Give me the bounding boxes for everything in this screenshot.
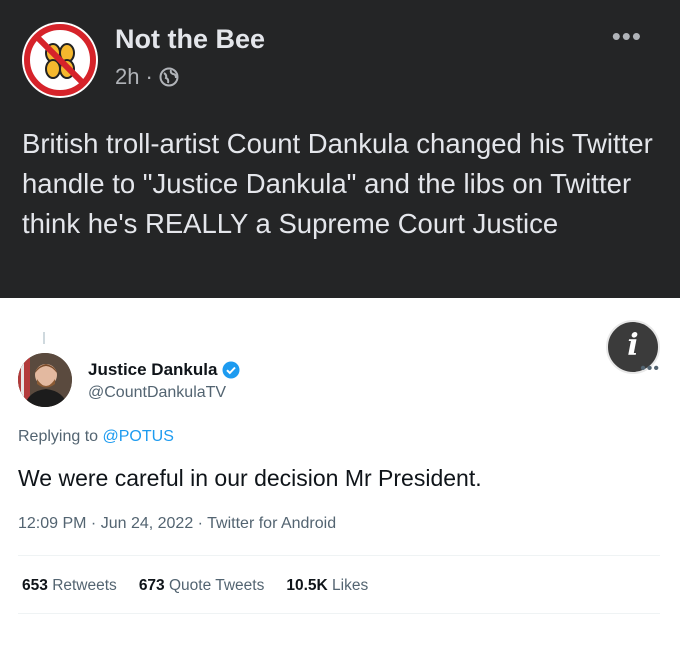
likes-label: Likes <box>332 577 369 594</box>
tweet-text: We were careful in our decision Mr Presi… <box>18 465 482 491</box>
likes-count: 10.5K <box>286 577 328 594</box>
replying-to-mention[interactable]: @POTUS <box>103 428 174 445</box>
replying-to-label: Replying to <box>18 428 99 445</box>
display-name[interactable]: Justice Dankula <box>88 360 240 380</box>
divider <box>18 613 660 614</box>
user-handle[interactable]: @CountDankulaTV <box>88 384 226 402</box>
tweet-screenshot: Justice Dankula @CountDankulaTV i ••• Re… <box>0 298 680 654</box>
stat-retweets[interactable]: 653 Retweets <box>22 577 117 595</box>
quote-tweets-label: Quote Tweets <box>169 577 265 594</box>
post-meta: 2h · <box>115 64 179 90</box>
more-options-icon[interactable]: ••• <box>612 23 642 49</box>
tweet-more-options-icon[interactable]: ••• <box>640 360 660 378</box>
stat-likes[interactable]: 10.5K Likes <box>286 577 368 595</box>
page-avatar[interactable] <box>22 22 98 98</box>
retweets-count: 653 <box>22 577 48 594</box>
globe-icon <box>159 67 179 87</box>
tweet-timestamp[interactable]: 12:09 PM · Jun 24, 2022 · Twitter for An… <box>18 515 336 533</box>
page-name[interactable]: Not the Bee <box>115 24 265 55</box>
verified-badge-icon <box>222 361 240 379</box>
replying-to-line: Replying to @POTUS <box>18 428 174 446</box>
facebook-post: Not the Bee 2h · ••• British troll-artis… <box>0 0 680 298</box>
post-time[interactable]: 2h <box>115 64 139 90</box>
meta-separator: · <box>145 64 153 89</box>
quote-tweets-count: 673 <box>138 577 165 594</box>
thread-line <box>43 332 45 344</box>
avatar[interactable] <box>18 353 72 407</box>
divider <box>18 555 660 556</box>
display-name-text: Justice Dankula <box>88 360 218 379</box>
stat-quote-tweets[interactable]: 673 Quote Tweets <box>139 577 265 595</box>
tweet-stats: 653 Retweets 673 Quote Tweets 10.5K Like… <box>22 577 368 595</box>
post-text: British troll-artist Count Dankula chang… <box>22 128 653 239</box>
retweets-label: Retweets <box>52 577 117 594</box>
profile-photo-icon <box>18 353 72 407</box>
not-the-bee-logo-icon <box>24 24 96 96</box>
